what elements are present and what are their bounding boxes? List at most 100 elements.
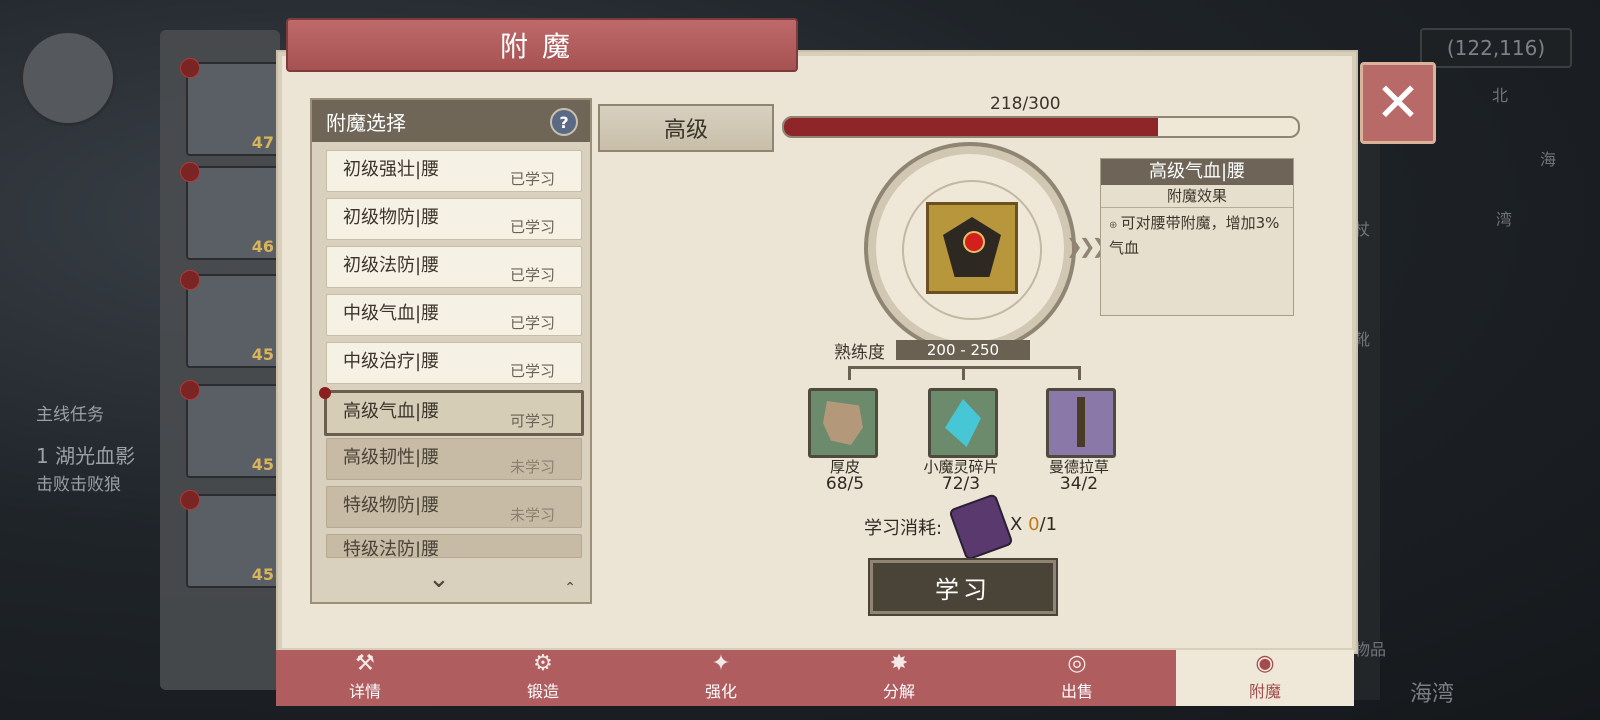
- cost-have: 0: [1028, 514, 1040, 535]
- material-count: 34/2: [1059, 474, 1099, 494]
- hero-level: 45: [251, 345, 274, 364]
- hero-level: 45: [251, 455, 274, 474]
- tier-banner: 高级: [598, 104, 774, 152]
- learn-button-label: 学习: [935, 575, 991, 604]
- material-slot-crystal[interactable]: [928, 388, 998, 458]
- enchant-item-status: 可学习: [509, 412, 555, 430]
- chevron-down-icon[interactable]: ⌄: [428, 564, 450, 594]
- tab-label: 出售: [1060, 682, 1093, 701]
- tab-label: 详情: [348, 682, 381, 701]
- hammer-icon: ⚒: [355, 651, 375, 676]
- enchant-item-name: 中级气血|腰: [343, 303, 440, 324]
- dialog-title: 附魔: [499, 30, 584, 63]
- bottom-tab-bar: ⚒ 详情 ⚙ 锻造 ✦ 强化 ✸ 分解 ◎ 出售 ◉ 附魔: [276, 650, 1354, 706]
- exp-text: 218/300: [990, 94, 1061, 114]
- compass-label: 海: [1540, 150, 1557, 169]
- tab-enchant[interactable]: ◉ 附魔: [1176, 650, 1354, 706]
- hero-level: 45: [251, 565, 274, 584]
- enchant-item-status: 已学习: [509, 266, 555, 284]
- enchant-item-status: 未学习: [509, 458, 555, 476]
- hero-portrait[interactable]: 47: [180, 58, 280, 156]
- branch-line: [848, 366, 851, 380]
- tab-label: 分解: [882, 682, 915, 701]
- coins-icon: ◎: [1067, 651, 1087, 676]
- enchant-medallion: [868, 146, 1072, 350]
- tab-label: 强化: [704, 682, 737, 701]
- leather-icon: [823, 401, 863, 445]
- hero-portrait[interactable]: 46: [180, 162, 280, 260]
- help-icon[interactable]: ?: [550, 108, 578, 136]
- enchant-item-status: 已学习: [509, 170, 555, 188]
- task-title: 主线任务: [36, 405, 104, 425]
- enchant-item-name: 特级物防|腰: [343, 495, 440, 516]
- tab-forge[interactable]: ⚙ 锻造: [454, 650, 632, 706]
- gem-icon: [963, 231, 985, 253]
- tab-label: 锻造: [526, 682, 559, 701]
- chevron-up-icon[interactable]: ⌃: [564, 580, 576, 596]
- wand-icon: ✦: [711, 651, 731, 676]
- hero-portrait[interactable]: 45: [180, 380, 280, 478]
- cost-label: 学习消耗:: [864, 518, 943, 539]
- enchant-item-name: 高级韧性|腰: [343, 447, 440, 468]
- close-icon: ✕: [1375, 71, 1421, 134]
- effect-subtitle: 附魔效果: [1101, 185, 1293, 208]
- hero-portrait[interactable]: 45: [180, 490, 280, 588]
- enchant-item[interactable]: 初级物防|腰 已学习: [326, 198, 582, 240]
- triple-arrow-icon: ❯❯❯: [1066, 234, 1108, 258]
- items-label: 物品: [1354, 640, 1387, 659]
- belt-item-slot[interactable]: [926, 202, 1018, 294]
- material-slot-mandrake[interactable]: [1046, 388, 1116, 458]
- enchant-item-status: 已学习: [509, 362, 555, 380]
- branch-line: [1078, 366, 1081, 380]
- task-name[interactable]: 1 湖光血影: [36, 440, 135, 469]
- tab-sell[interactable]: ◎ 出售: [988, 650, 1166, 706]
- enchant-item[interactable]: 初级法防|腰 已学习: [326, 246, 582, 288]
- anvil-icon: ⚙: [533, 651, 553, 676]
- enchant-item-status: 未学习: [509, 506, 555, 524]
- tab-label: 附魔: [1248, 682, 1281, 701]
- list-header: 附魔选择 ?: [312, 100, 590, 142]
- tab-details[interactable]: ⚒ 详情: [276, 650, 454, 706]
- exp-bar: [782, 116, 1300, 138]
- tab-disassemble[interactable]: ✸ 分解: [810, 650, 988, 706]
- enchant-item[interactable]: 中级治疗|腰 已学习: [326, 342, 582, 384]
- enchant-list-panel: 附魔选择 ? 初级强壮|腰 已学习 初级物防|腰 已学习 初级法防|腰 已学习 中级气…: [310, 98, 592, 604]
- list-header-title: 附魔选择: [326, 110, 406, 135]
- effect-title: 高级气血|腰: [1101, 159, 1293, 185]
- cost-need: /1: [1039, 514, 1058, 535]
- eye-sigil-icon: ◉: [1255, 651, 1275, 676]
- enchant-item-selected[interactable]: 高级气血|腰可学习: [319, 387, 584, 436]
- hero-badge-icon: [180, 490, 200, 510]
- proficiency-value: 200 - 250: [896, 340, 1030, 360]
- effect-text: 可对腰带附魔，增加3%气血: [1109, 214, 1280, 257]
- tab-enhance[interactable]: ✦ 强化: [632, 650, 810, 706]
- hero-level: 46: [251, 237, 274, 256]
- enchant-item-name: 初级强壮|腰: [343, 159, 440, 180]
- task-desc: 击败击败狼: [36, 475, 121, 495]
- enchant-item-name: 初级物防|腰: [343, 207, 440, 228]
- hero-badge-icon: [180, 270, 200, 290]
- enchant-item-status: 已学习: [509, 314, 555, 332]
- enchant-item[interactable]: 高级韧性|腰未学习: [326, 438, 582, 480]
- compass-label: 湾: [1496, 210, 1513, 229]
- hero-portrait[interactable]: 45: [180, 270, 280, 368]
- material-slot-leather[interactable]: [808, 388, 878, 458]
- hero-badge-icon: [180, 380, 200, 400]
- bullet-icon: ⊕: [1109, 220, 1121, 231]
- close-button[interactable]: ✕: [1360, 62, 1436, 144]
- hero-badge-icon: [180, 58, 200, 78]
- crystal-shard-icon: [945, 399, 981, 447]
- enchant-item[interactable]: 初级强壮|腰已学习: [326, 150, 582, 192]
- cost-amount: X 0/1: [1010, 514, 1057, 535]
- enchant-item-name: 高级气血|腰: [343, 401, 440, 422]
- learn-button[interactable]: 学习: [868, 558, 1058, 616]
- selected-dot-icon: [319, 387, 331, 399]
- location-name: 海湾: [1410, 682, 1455, 707]
- enchant-item[interactable]: 中级气血|腰已学习: [326, 294, 582, 336]
- enchant-item[interactable]: 特级物防|腰未学习: [326, 486, 582, 528]
- player-avatar[interactable]: [20, 30, 116, 126]
- enchant-item[interactable]: 特级法防|腰: [326, 534, 582, 558]
- tier-label: 高级: [663, 118, 708, 143]
- mandrake-icon: [1077, 397, 1085, 447]
- exp-bar-fill: [784, 118, 1158, 136]
